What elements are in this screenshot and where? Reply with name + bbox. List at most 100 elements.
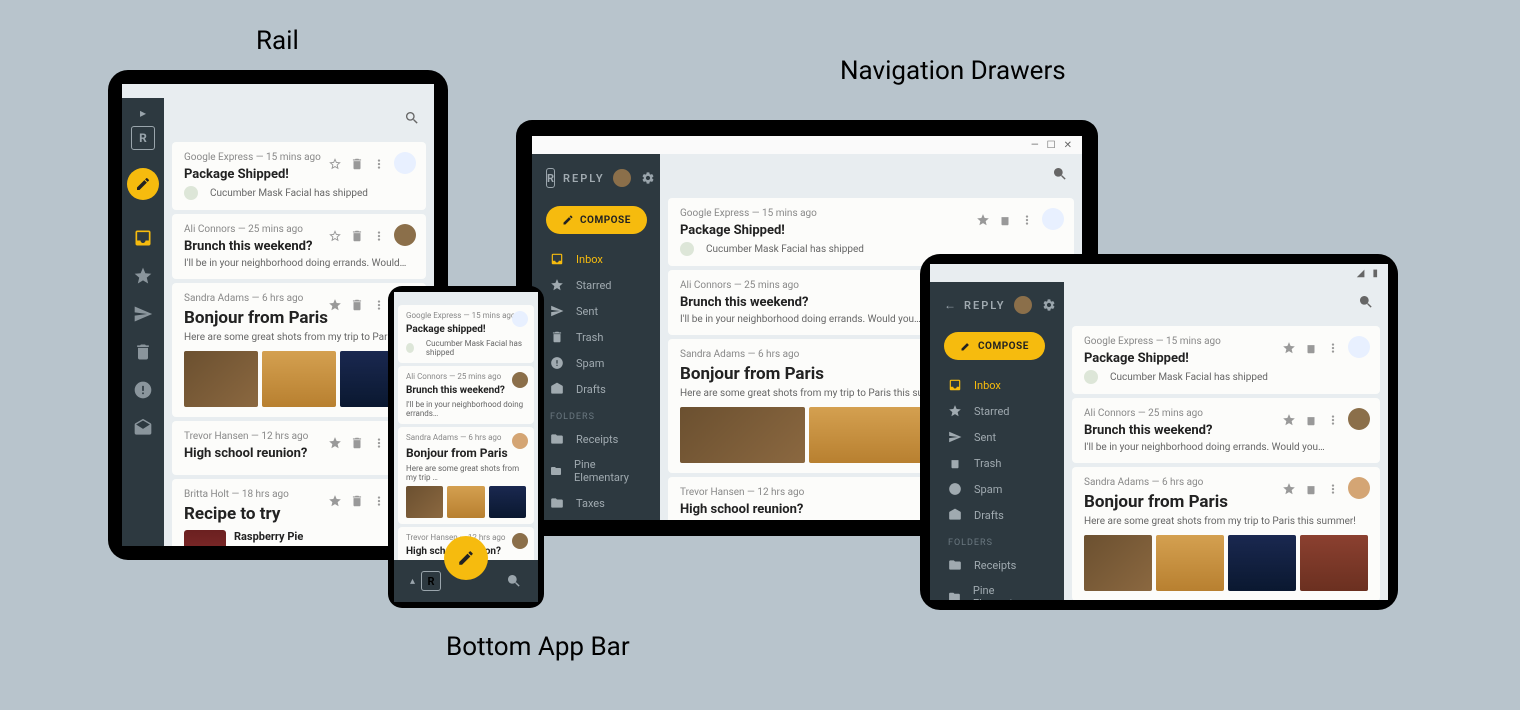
star-icon[interactable] <box>133 266 153 286</box>
close-icon[interactable]: ✕ <box>1064 140 1072 151</box>
more-icon[interactable] <box>1326 340 1340 354</box>
thumbnail[interactable] <box>489 486 526 518</box>
drawer-item-starred[interactable]: Starred <box>930 398 1064 424</box>
delete-icon[interactable] <box>1304 481 1318 495</box>
email-card[interactable]: Ali Connors — 25 mins ago Brunch this we… <box>398 366 534 424</box>
search-icon[interactable] <box>506 573 522 589</box>
avatar[interactable] <box>613 169 631 187</box>
star-outline-icon[interactable] <box>328 435 342 449</box>
delete-icon[interactable] <box>350 156 364 170</box>
compose-fab[interactable] <box>127 168 159 200</box>
more-icon[interactable] <box>372 435 386 449</box>
inbox-icon[interactable] <box>133 228 153 248</box>
search-icon[interactable] <box>1358 294 1374 310</box>
settings-icon[interactable] <box>1042 298 1056 312</box>
thumbnail[interactable] <box>184 351 258 407</box>
delete-icon[interactable] <box>350 435 364 449</box>
email-card[interactable]: Sandra Adams — 6 hrs ago Bonjour from Pa… <box>398 427 534 524</box>
app-logo[interactable]: R <box>546 168 555 188</box>
thumbnail[interactable] <box>1300 535 1368 591</box>
email-card[interactable]: Google Express — 15 mins ago Package Shi… <box>172 142 426 210</box>
drawer-item-sent[interactable]: Sent <box>532 298 660 324</box>
compose-fab[interactable] <box>444 536 488 580</box>
back-icon[interactable]: ← <box>944 298 956 312</box>
thumbnail[interactable] <box>447 486 484 518</box>
delete-icon[interactable] <box>1304 412 1318 426</box>
more-icon[interactable] <box>1020 212 1034 226</box>
search-icon[interactable] <box>1052 166 1068 182</box>
delete-icon[interactable] <box>350 228 364 242</box>
thumbnail[interactable] <box>1156 535 1224 591</box>
drawer-item-drafts[interactable]: Drafts <box>930 502 1064 528</box>
delete-icon[interactable] <box>350 297 364 311</box>
minimize-icon[interactable]: — <box>1031 140 1039 151</box>
thumbnail[interactable] <box>680 407 805 463</box>
email-card[interactable]: Ali Connors — 25 mins ago Brunch this we… <box>172 214 426 279</box>
search-icon[interactable] <box>404 110 420 126</box>
thumbnail[interactable] <box>1228 535 1296 591</box>
compose-button[interactable]: COMPOSE <box>944 332 1045 360</box>
delete-icon[interactable] <box>1304 340 1318 354</box>
app-logo[interactable]: R <box>421 571 441 591</box>
drawer-item-inbox[interactable]: Inbox <box>930 372 1064 398</box>
drawer-item-spam[interactable]: Spam <box>532 350 660 376</box>
compose-button[interactable]: COMPOSE <box>546 206 647 234</box>
drawer-folder-pine[interactable]: Pine Elementary <box>532 452 660 490</box>
drawer-item-inbox[interactable]: Inbox <box>532 246 660 272</box>
thumbnail[interactable] <box>184 530 226 546</box>
drawer-item-trash[interactable]: Trash <box>532 324 660 350</box>
email-card[interactable]: Google Express — 15 mins ago Package Shi… <box>1072 326 1380 394</box>
product-icon <box>680 242 694 256</box>
more-icon[interactable] <box>372 228 386 242</box>
drawer-folder-receipts[interactable]: Receipts <box>930 552 1064 578</box>
thumbnail[interactable] <box>406 486 443 518</box>
image-attachments <box>184 351 414 407</box>
email-card[interactable]: Ali Connors — 25 mins ago Brunch this we… <box>1072 398 1380 463</box>
star-outline-icon[interactable] <box>1282 340 1296 354</box>
star-outline-icon[interactable] <box>328 297 342 311</box>
more-icon[interactable] <box>1326 481 1340 495</box>
star-outline-icon[interactable] <box>976 212 990 226</box>
thumbnail[interactable] <box>1084 535 1152 591</box>
thumbnail[interactable] <box>262 351 336 407</box>
drawer-item-trash[interactable]: Trash <box>930 450 1064 476</box>
chevron-icon[interactable]: ▸ <box>140 106 146 120</box>
drawer-item-drafts[interactable]: Drafts <box>532 376 660 402</box>
delete-icon[interactable] <box>998 212 1012 226</box>
thumbnail[interactable] <box>809 407 934 463</box>
chevron-up-icon[interactable]: ▴ <box>410 576 415 587</box>
drawer-folder-vacation[interactable]: Vacation <box>532 516 660 520</box>
phone-screen: Google Express — 15 mins ago Package shi… <box>394 292 538 602</box>
section-label-bottom-app-bar: Bottom App Bar <box>446 632 630 662</box>
drawer-folder-pine[interactable]: Pine Elementary <box>930 578 1064 600</box>
star-outline-icon[interactable] <box>1282 481 1296 495</box>
star-outline-icon[interactable] <box>328 156 342 170</box>
settings-icon[interactable] <box>641 171 655 185</box>
drawer-item-spam[interactable]: Spam <box>930 476 1064 502</box>
drawer-folder-receipts[interactable]: Receipts <box>532 426 660 452</box>
email-snippet: Cucumber Mask Facial has shipped <box>706 244 864 255</box>
drafts-icon[interactable] <box>133 418 153 438</box>
app-logo[interactable]: R <box>131 126 155 150</box>
drawer-folder-taxes[interactable]: Taxes <box>532 490 660 516</box>
avatar <box>394 224 416 246</box>
error-icon[interactable] <box>133 380 153 400</box>
more-icon[interactable] <box>372 156 386 170</box>
more-icon[interactable] <box>372 297 386 311</box>
email-card[interactable]: Sandra Adams — 6 hrs ago Bonjour from Pa… <box>1072 467 1380 600</box>
delete-icon[interactable] <box>133 342 153 362</box>
send-icon[interactable] <box>133 304 153 324</box>
drawer-item-sent[interactable]: Sent <box>930 424 1064 450</box>
star-outline-icon[interactable] <box>1282 412 1296 426</box>
product-icon <box>1084 370 1098 384</box>
email-card[interactable]: Google Express — 15 mins ago Package shi… <box>398 305 534 363</box>
status-bar <box>122 84 434 98</box>
maximize-icon[interactable]: ☐ <box>1047 140 1056 151</box>
drawer-item-starred[interactable]: Starred <box>532 272 660 298</box>
star-outline-icon[interactable] <box>328 493 342 507</box>
more-icon[interactable] <box>372 493 386 507</box>
star-outline-icon[interactable] <box>328 228 342 242</box>
avatar[interactable] <box>1014 296 1032 314</box>
more-icon[interactable] <box>1326 412 1340 426</box>
delete-icon[interactable] <box>350 493 364 507</box>
